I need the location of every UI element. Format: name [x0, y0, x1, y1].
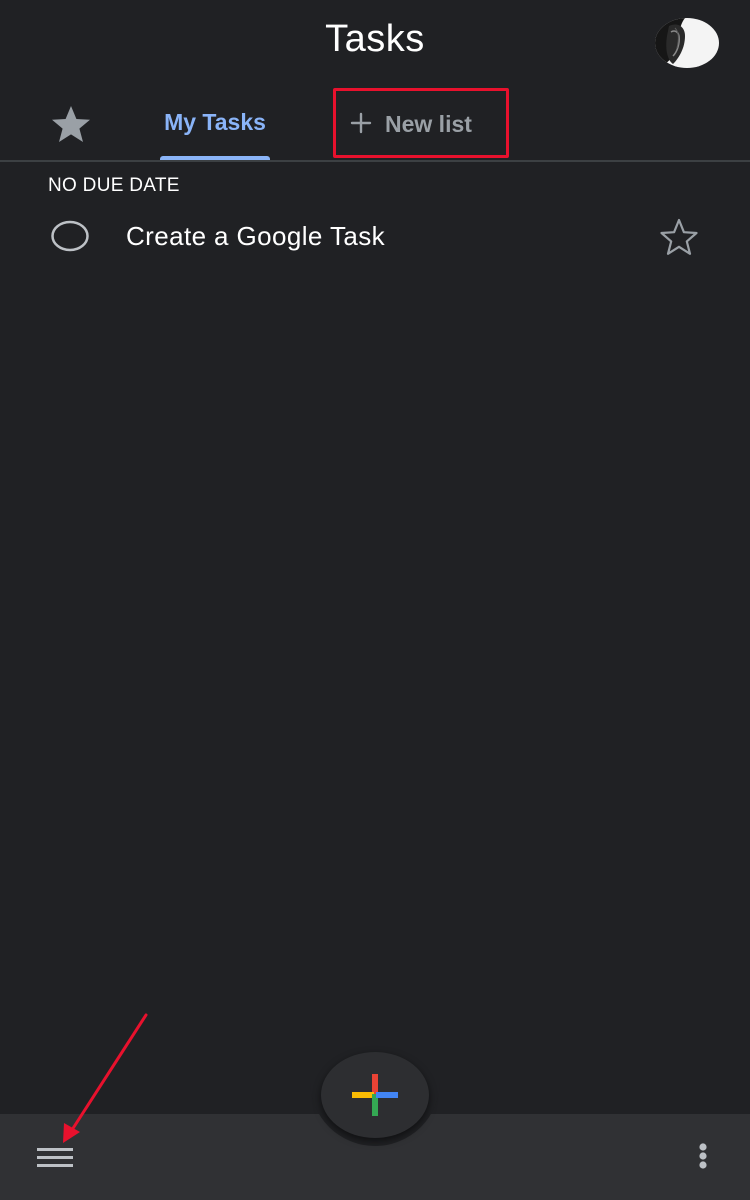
star-outline-icon [660, 218, 698, 255]
task-row[interactable]: Create a Google Task [0, 204, 750, 268]
new-list-label: New list [385, 111, 472, 137]
hamburger-menu-icon [37, 1148, 73, 1167]
account-avatar[interactable] [655, 18, 719, 68]
tab-my-tasks-label: My Tasks [164, 109, 266, 135]
task-star-button[interactable] [658, 217, 700, 257]
star-filled-icon [52, 106, 90, 142]
app-title: Tasks [325, 18, 425, 60]
new-list-button[interactable]: New list [333, 88, 509, 158]
more-vertical-icon [699, 1143, 707, 1169]
circle-outline-icon [51, 220, 89, 252]
navigation-menu-button[interactable] [32, 1140, 78, 1176]
tabs-divider [0, 160, 750, 162]
avatar-image [655, 18, 719, 68]
tab-starred[interactable] [48, 104, 94, 144]
task-complete-checkbox[interactable] [50, 218, 90, 254]
task-title[interactable]: Create a Google Task [126, 221, 385, 252]
more-options-button[interactable] [688, 1138, 718, 1178]
google-colored-plus-icon [352, 1074, 398, 1116]
section-header-no-due-date: NO DUE DATE [48, 175, 180, 196]
add-task-fab[interactable] [321, 1052, 429, 1138]
plus-icon [350, 112, 372, 134]
tab-my-tasks[interactable]: My Tasks [146, 96, 284, 160]
